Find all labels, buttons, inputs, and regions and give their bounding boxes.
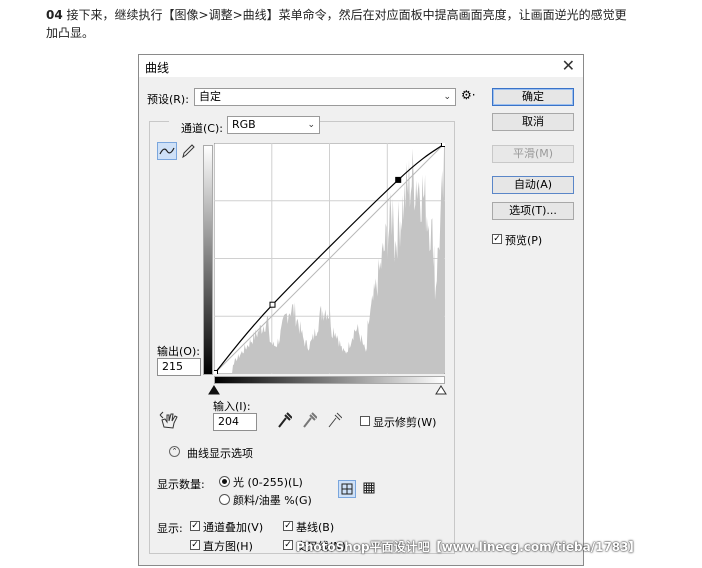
black-point-slider[interactable] [208, 385, 220, 395]
intersection-line-checkbox[interactable]: ✓ [283, 540, 293, 550]
intro-line1: 接下来，继续执行【图像>调整>曲线】菜单命令，然后在对应面板中提高画面亮度，让画… [62, 8, 627, 22]
dialog-title: 曲线 [145, 61, 170, 75]
curve-tool-icon [159, 147, 175, 155]
input-gradient-bar [214, 376, 445, 384]
grid-4x4-icon [341, 483, 353, 495]
display-options-label: 曲线显示选项 [187, 447, 253, 460]
preset-select[interactable]: 自定 ⌄ [194, 88, 456, 106]
intro-text: 04 接下来，继续执行【图像>调整>曲线】菜单命令，然后在对应面板中提高画面亮度… [46, 6, 686, 42]
curve-control-point[interactable] [441, 143, 446, 147]
auto-button[interactable]: 自动(A) [492, 176, 574, 194]
curve-graph[interactable] [214, 143, 445, 374]
preview-checkbox[interactable]: ✓ [492, 234, 502, 244]
show-amount-label: 显示数量: [157, 478, 205, 491]
white-eyedropper-icon[interactable] [326, 411, 342, 429]
channel-overlay-checkbox[interactable]: ✓ [190, 521, 200, 531]
cancel-button[interactable]: 取消 [492, 113, 574, 131]
channel-value: RGB [232, 118, 256, 131]
close-icon[interactable]: ✕ [562, 56, 575, 75]
show-clipping-label: 显示修剪(W) [373, 416, 437, 429]
smooth-button[interactable]: 平滑(M) [492, 145, 574, 163]
intro-line2: 加凸显。 [46, 26, 95, 40]
channel-label: 通道(C): [181, 122, 223, 135]
preset-value: 自定 [199, 90, 221, 103]
light-option-label: 光 (0-255)(L) [233, 476, 303, 489]
histogram-label: 直方图(H) [203, 540, 253, 553]
curve-control-point[interactable] [395, 176, 402, 183]
input-label: 输入(I): [213, 400, 251, 413]
gear-icon[interactable]: ⚙· [461, 88, 476, 102]
collapse-chevron-icon[interactable]: ⌃ [169, 446, 180, 457]
title-bar: 曲线 ✕ [139, 55, 583, 77]
baseline-label: 基线(B) [296, 521, 335, 534]
ok-button[interactable]: 确定 [492, 88, 574, 106]
pencil-icon [182, 144, 195, 159]
watermark: PhotoShop平面设计吧【www.linecg.com/tieba/1783… [296, 540, 641, 554]
light-radio[interactable] [219, 476, 230, 487]
grid-10x10-icon [363, 482, 375, 494]
curve-control-point[interactable] [269, 301, 276, 308]
chevron-down-icon: ⌄ [307, 120, 315, 130]
curve-point-tool[interactable] [157, 142, 177, 160]
step-number: 04 [46, 8, 63, 22]
channel-select[interactable]: RGB ⌄ [227, 116, 320, 134]
preview-label: 预览(P) [505, 234, 543, 247]
grid-4x4-button[interactable] [338, 480, 356, 498]
input-field[interactable]: 204 [213, 413, 257, 431]
on-image-adjust-icon[interactable] [159, 411, 181, 431]
pigment-radio[interactable] [219, 494, 230, 505]
output-label: 输出(O): [157, 345, 200, 358]
output-gradient-bar [203, 145, 213, 375]
pencil-tool[interactable] [180, 142, 196, 160]
chevron-down-icon: ⌄ [443, 92, 451, 102]
pigment-option-label: 颜料/油墨 %(G) [233, 494, 312, 507]
show-clipping-checkbox[interactable] [360, 416, 370, 426]
options-button[interactable]: 选项(T)... [492, 202, 574, 220]
grid-10x10-button[interactable] [361, 480, 379, 498]
baseline-checkbox[interactable]: ✓ [283, 521, 293, 531]
show-label: 显示: [157, 522, 183, 535]
white-point-slider[interactable] [435, 385, 447, 395]
curves-dialog: 曲线 ✕ 预设(R): 自定 ⌄ ⚙· 确定 取消 平滑(M) 自动(A) 选项… [138, 54, 584, 566]
black-eyedropper-icon[interactable] [276, 411, 292, 429]
output-field[interactable]: 215 [157, 358, 201, 376]
curve-control-point[interactable] [214, 370, 218, 375]
channel-overlay-label: 通道叠加(V) [203, 521, 264, 534]
preset-label: 预设(R): [147, 93, 189, 106]
histogram-checkbox[interactable]: ✓ [190, 540, 200, 550]
gray-eyedropper-icon[interactable] [301, 411, 317, 429]
